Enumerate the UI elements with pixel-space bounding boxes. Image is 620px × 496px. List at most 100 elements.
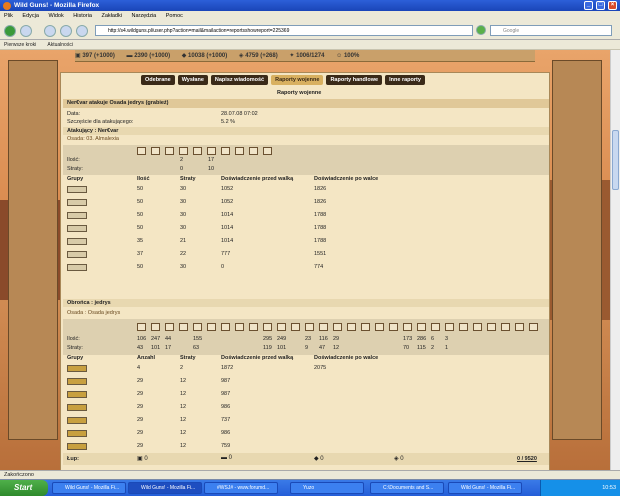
att-group-cell: 1788 <box>314 225 327 231</box>
menu-file[interactable]: Plik <box>4 13 13 19</box>
unit-type-icon <box>263 323 272 331</box>
back-icon[interactable] <box>4 25 16 37</box>
group-units-icon <box>67 186 87 193</box>
def-amount-cell: 23 <box>305 336 312 342</box>
def-losses-cell: 115 <box>417 345 426 351</box>
def-losses-cell: 119 <box>263 345 272 351</box>
def-amount-cell: 286 <box>417 336 427 342</box>
unit-type-icon <box>319 323 328 331</box>
menu-bookmarks[interactable]: Zakładki <box>101 13 121 19</box>
def-group-cell: 29 <box>137 417 144 423</box>
att-group-cell: 22 <box>180 251 187 257</box>
unit-type-icon <box>487 323 496 331</box>
forward-icon[interactable] <box>20 25 32 37</box>
report-title: Ner€var atakuje Osada jedrys (grabież) <box>67 100 169 106</box>
window-titlebar: Wild Guns! - Mozilla Firefox _ □ × <box>0 0 620 11</box>
group-units-icon <box>67 417 87 424</box>
unit-type-icon <box>445 323 454 331</box>
att-group-cell: 1014 <box>221 225 234 231</box>
search-input[interactable]: Google <box>490 25 612 36</box>
menu-tools[interactable]: Narzędzia <box>131 13 156 19</box>
att-group-cell: 777 <box>221 251 231 257</box>
clock: 10:53 <box>602 485 616 491</box>
menu-help[interactable]: Pomoc <box>166 13 183 19</box>
att-group-cell: 1826 <box>314 199 327 205</box>
unit-type-icon <box>515 323 524 331</box>
def-amount-cell: 249 <box>277 336 287 342</box>
vertical-scrollbar[interactable] <box>610 50 620 470</box>
def-amount-cell: 173 <box>403 336 413 342</box>
att-group-cell: 35 <box>137 238 144 244</box>
tab-received[interactable]: Odebrane <box>141 75 175 85</box>
menu-view[interactable]: Widok <box>48 13 63 19</box>
unit-type-icon <box>221 147 230 155</box>
taskbar-item[interactable]: #WSJ# - www.forumd... <box>204 482 278 494</box>
url-input[interactable]: http://s4.wildguns.pl/user.php?action=ma… <box>95 25 473 36</box>
loot-label: Łup: <box>67 456 79 462</box>
att-group-cell: 1014 <box>221 238 234 244</box>
tab-sent[interactable]: Wysłane <box>177 75 208 85</box>
unit-type-icon <box>529 323 538 331</box>
att-group-cell: 1788 <box>314 238 327 244</box>
att-header-amount: Ilość <box>137 176 150 182</box>
iron-icon: ◈ 4759 (+268) <box>238 53 278 59</box>
taskbar-item[interactable]: Wild Guns! - Mozilla Fi... <box>128 482 202 494</box>
unit-type-icon <box>137 147 146 155</box>
minimize-button[interactable]: _ <box>584 1 593 10</box>
menu-history[interactable]: Historia <box>73 13 92 19</box>
group-units-icon <box>67 225 87 232</box>
close-button[interactable]: × <box>608 1 617 10</box>
def-losses-cell: 101 <box>151 345 161 351</box>
def-amount-cell: 29 <box>333 336 340 342</box>
home-icon[interactable] <box>76 25 88 37</box>
group-units-icon <box>67 365 87 372</box>
bookmark-getting-started[interactable]: Pierwsze kroki <box>4 42 36 48</box>
att-group-cell: 21 <box>180 238 187 244</box>
boar-icon: ▣ 0 <box>137 456 148 462</box>
tab-war-reports[interactable]: Raporty wojenne <box>271 75 324 85</box>
def-group-cell: 986 <box>221 404 231 410</box>
reload-icon[interactable] <box>44 25 56 37</box>
start-button[interactable]: Start <box>0 480 48 496</box>
iron-icon: ◈ 0 <box>394 456 404 462</box>
report-tabs: Odebrane Wysłane Napisz wiadomość Raporty w… <box>141 75 428 85</box>
go-icon[interactable] <box>476 25 486 35</box>
def-amount-cell: 106 <box>137 336 147 342</box>
food-icon: ✦ 1006/1274 <box>289 53 325 59</box>
def-losses-cell: 2 <box>431 345 435 351</box>
scroll-thumb[interactable] <box>612 130 619 190</box>
unit-type-icon <box>207 147 216 155</box>
att-header-exp-after: Doświadczenie po walce <box>314 176 379 182</box>
tab-trade-reports[interactable]: Raporty handlowe <box>326 75 383 85</box>
bookmark-news[interactable]: Aktualności <box>47 42 73 48</box>
log-icon: ▬ 0 <box>221 455 233 461</box>
taskbar-item[interactable]: Wild Guns! - Mozilla Fi... <box>448 482 522 494</box>
group-units-icon <box>67 391 87 398</box>
group-units-icon <box>67 251 87 258</box>
def-group-cell: 987 <box>221 391 231 397</box>
unit-type-icon <box>403 323 412 331</box>
window-title: Wild Guns! - Mozilla Firefox <box>14 2 100 9</box>
unit-type-icon <box>347 323 356 331</box>
boar-icon: ▣ 397 (+1000) <box>75 53 115 59</box>
tab-other-reports[interactable]: Inne raporty <box>385 75 425 85</box>
att-group-cell: 50 <box>137 212 144 218</box>
tab-write[interactable]: Napisz wiadomość <box>210 75 269 85</box>
group-units-icon <box>67 404 87 411</box>
stop-icon[interactable] <box>60 25 72 37</box>
def-losses-cell: 101 <box>277 345 287 351</box>
def-group-cell: 986 <box>221 430 231 436</box>
log-icon: ▬ 2390 (+1000) <box>126 53 171 59</box>
maximize-button[interactable]: □ <box>596 1 605 10</box>
taskbar-item[interactable]: Yuzo <box>290 482 364 494</box>
menu-edit[interactable]: Edycja <box>22 13 39 19</box>
group-units-icon <box>67 430 87 437</box>
loot-total: 0 / 9520 <box>517 456 537 462</box>
def-group-cell: 12 <box>180 404 187 410</box>
att-group-cell: 1052 <box>221 199 234 205</box>
wooden-post <box>552 60 602 440</box>
def-amount-cell: 3 <box>445 336 449 342</box>
taskbar-item[interactable]: C:\Documents and S... <box>370 482 444 494</box>
taskbar-item[interactable]: Wild Guns! - Mozilla Fi... <box>52 482 126 494</box>
bookmarks-toolbar: Pierwsze kroki Aktualności <box>0 40 620 50</box>
